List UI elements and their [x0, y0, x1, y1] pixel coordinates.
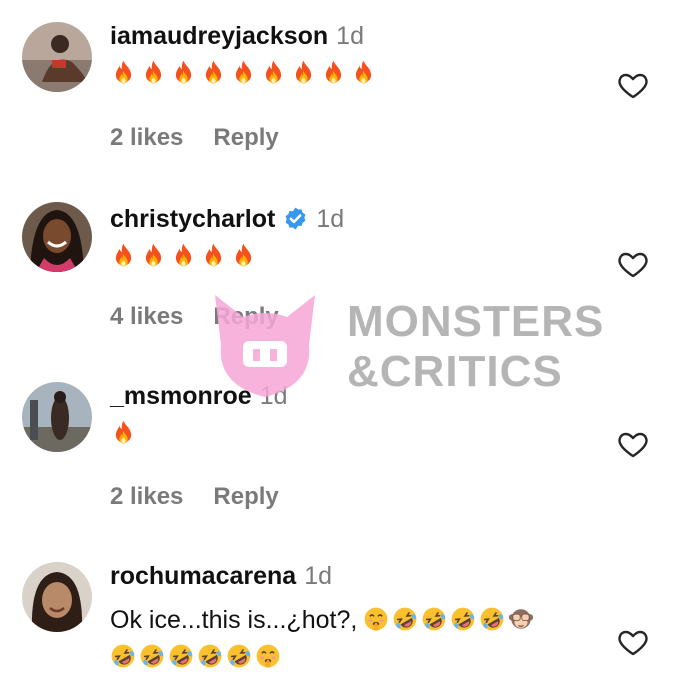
avatar[interactable] [22, 22, 92, 92]
comment-body: iamaudreyjackson 1d [110, 22, 600, 86]
rofl-emoji [226, 643, 252, 669]
rofl-emoji [450, 606, 476, 632]
shush-emoji [255, 643, 281, 669]
timestamp: 1d [316, 205, 345, 233]
likes-count[interactable]: 2 likes [110, 483, 183, 511]
shush-emoji [363, 606, 389, 632]
see-no-evil-monkey-emoji [508, 606, 534, 632]
avatar[interactable] [22, 562, 92, 632]
fire-emoji [170, 59, 197, 86]
rofl-emoji [110, 643, 136, 669]
comment-body: christycharlot 1d [110, 202, 600, 269]
likes-count[interactable]: 4 likes [110, 303, 183, 331]
fire-emoji [110, 419, 137, 446]
likes-count[interactable]: 2 likes [110, 124, 183, 152]
fire-emoji [200, 59, 227, 86]
comment-body: _msmonroe 1d [110, 382, 600, 446]
fire-emoji [170, 242, 197, 269]
rofl-emoji [139, 643, 165, 669]
fire-emoji [110, 59, 137, 86]
rofl-emoji [421, 606, 447, 632]
comment-body: rochumacarena 1d Ok ice...this is...¿hot… [110, 562, 600, 669]
username[interactable]: iamaudreyjackson [110, 22, 328, 51]
reply-button[interactable]: Reply [213, 303, 278, 331]
comment-actions: 2 likes Reply [110, 124, 279, 152]
comment-text-content: Ok ice...this is...¿hot?, [110, 606, 358, 634]
comment-text [110, 419, 600, 446]
fire-emoji [290, 59, 317, 86]
comment-actions: 2 likes Reply [110, 483, 279, 511]
comment-text [110, 242, 600, 269]
timestamp: 1d [259, 382, 288, 410]
comment-actions: 4 likes Reply [110, 303, 279, 331]
watermark-line1: MONSTERS [347, 297, 605, 346]
rofl-emoji [479, 606, 505, 632]
heart-outline-icon[interactable] [616, 248, 650, 280]
reply-button[interactable]: Reply [213, 124, 278, 152]
username[interactable]: rochumacarena [110, 562, 296, 591]
comment-text: Ok ice...this is...¿hot?, [110, 603, 600, 637]
rofl-emoji [197, 643, 223, 669]
heart-outline-icon[interactable] [616, 626, 650, 658]
heart-outline-icon[interactable] [616, 69, 650, 101]
timestamp: 1d [304, 562, 333, 590]
fire-emoji [200, 242, 227, 269]
avatar[interactable] [22, 202, 92, 272]
fire-emoji [140, 242, 167, 269]
heart-outline-icon[interactable] [616, 428, 650, 460]
fire-emoji [320, 59, 347, 86]
rofl-emoji [168, 643, 194, 669]
timestamp: 1d [336, 22, 364, 50]
fire-emoji [110, 242, 137, 269]
username[interactable]: christycharlot [110, 205, 275, 234]
comment-text [110, 59, 600, 86]
fire-emoji [260, 59, 287, 86]
comments-section: iamaudreyjackson 1d 2 likes Reply christ… [0, 0, 680, 700]
verified-badge-icon [285, 207, 306, 230]
comment-text-line2 [110, 643, 600, 669]
fire-emoji [230, 242, 257, 269]
fire-emoji [350, 59, 377, 86]
rofl-emoji [392, 606, 418, 632]
fire-emoji [140, 59, 167, 86]
reply-button[interactable]: Reply [213, 483, 278, 511]
avatar[interactable] [22, 382, 92, 452]
fire-emoji [230, 59, 257, 86]
username[interactable]: _msmonroe [110, 382, 252, 411]
